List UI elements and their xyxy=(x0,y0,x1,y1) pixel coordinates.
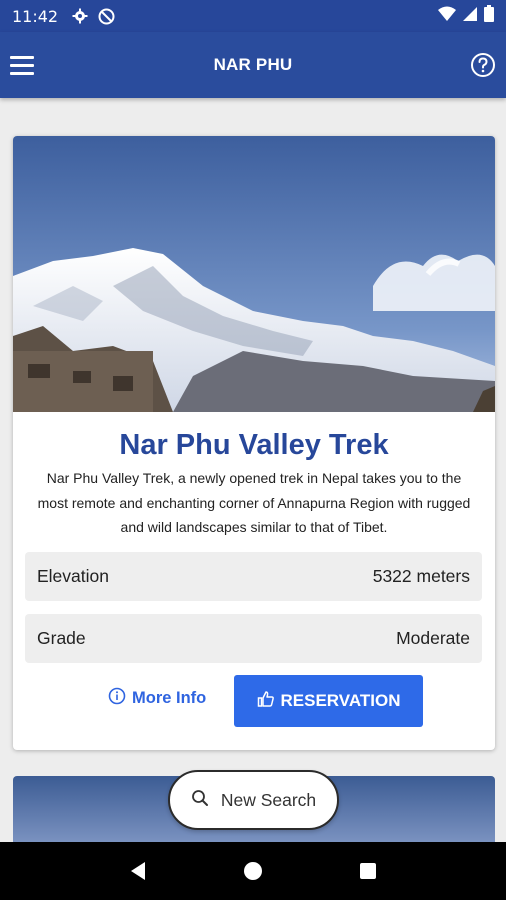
info-icon xyxy=(108,687,126,710)
grade-row: Grade Moderate xyxy=(25,614,482,663)
blocked-icon xyxy=(98,8,115,25)
status-time: 11:42 xyxy=(12,6,59,26)
reservation-label: RESERVATION xyxy=(280,691,401,710)
trek-image xyxy=(13,136,495,412)
wifi-icon xyxy=(438,6,456,27)
menu-icon[interactable] xyxy=(10,50,40,80)
page-title: NAR PHU xyxy=(213,55,293,74)
thumbs-up-icon xyxy=(257,690,275,713)
help-icon[interactable] xyxy=(470,52,496,83)
elevation-row: Elevation 5322 meters xyxy=(25,552,482,601)
signal-icon xyxy=(462,6,478,27)
app-bar: NAR PHU xyxy=(0,32,506,98)
reservation-button[interactable]: RESERVATION xyxy=(234,675,423,727)
trek-description: Nar Phu Valley Trek, a newly opened trek… xyxy=(37,470,471,535)
new-search-button[interactable]: New Search xyxy=(168,770,339,830)
back-icon[interactable] xyxy=(118,851,158,891)
more-info-button[interactable]: More Info xyxy=(108,687,206,710)
content-area[interactable]: Nar Phu Valley Trek Nar Phu Valley Trek,… xyxy=(0,98,506,842)
new-search-label: New Search xyxy=(220,789,317,810)
recents-icon[interactable] xyxy=(348,851,388,891)
grade-label: Grade xyxy=(37,628,86,648)
system-nav-bar xyxy=(0,842,506,900)
elevation-value: 5322 meters xyxy=(372,566,470,586)
status-bar: 11:42 xyxy=(0,0,506,32)
grade-value: Moderate xyxy=(396,628,470,648)
card-actions: More Info RESERVATION xyxy=(13,675,495,727)
trek-title: Nar Phu Valley Trek xyxy=(119,429,389,461)
search-icon xyxy=(191,789,209,812)
settings-icon xyxy=(72,8,88,24)
home-icon[interactable] xyxy=(233,851,273,891)
more-info-label: More Info xyxy=(132,689,207,707)
battery-icon xyxy=(484,5,494,27)
elevation-label: Elevation xyxy=(37,566,109,586)
trek-card: Nar Phu Valley Trek Nar Phu Valley Trek,… xyxy=(13,136,495,750)
